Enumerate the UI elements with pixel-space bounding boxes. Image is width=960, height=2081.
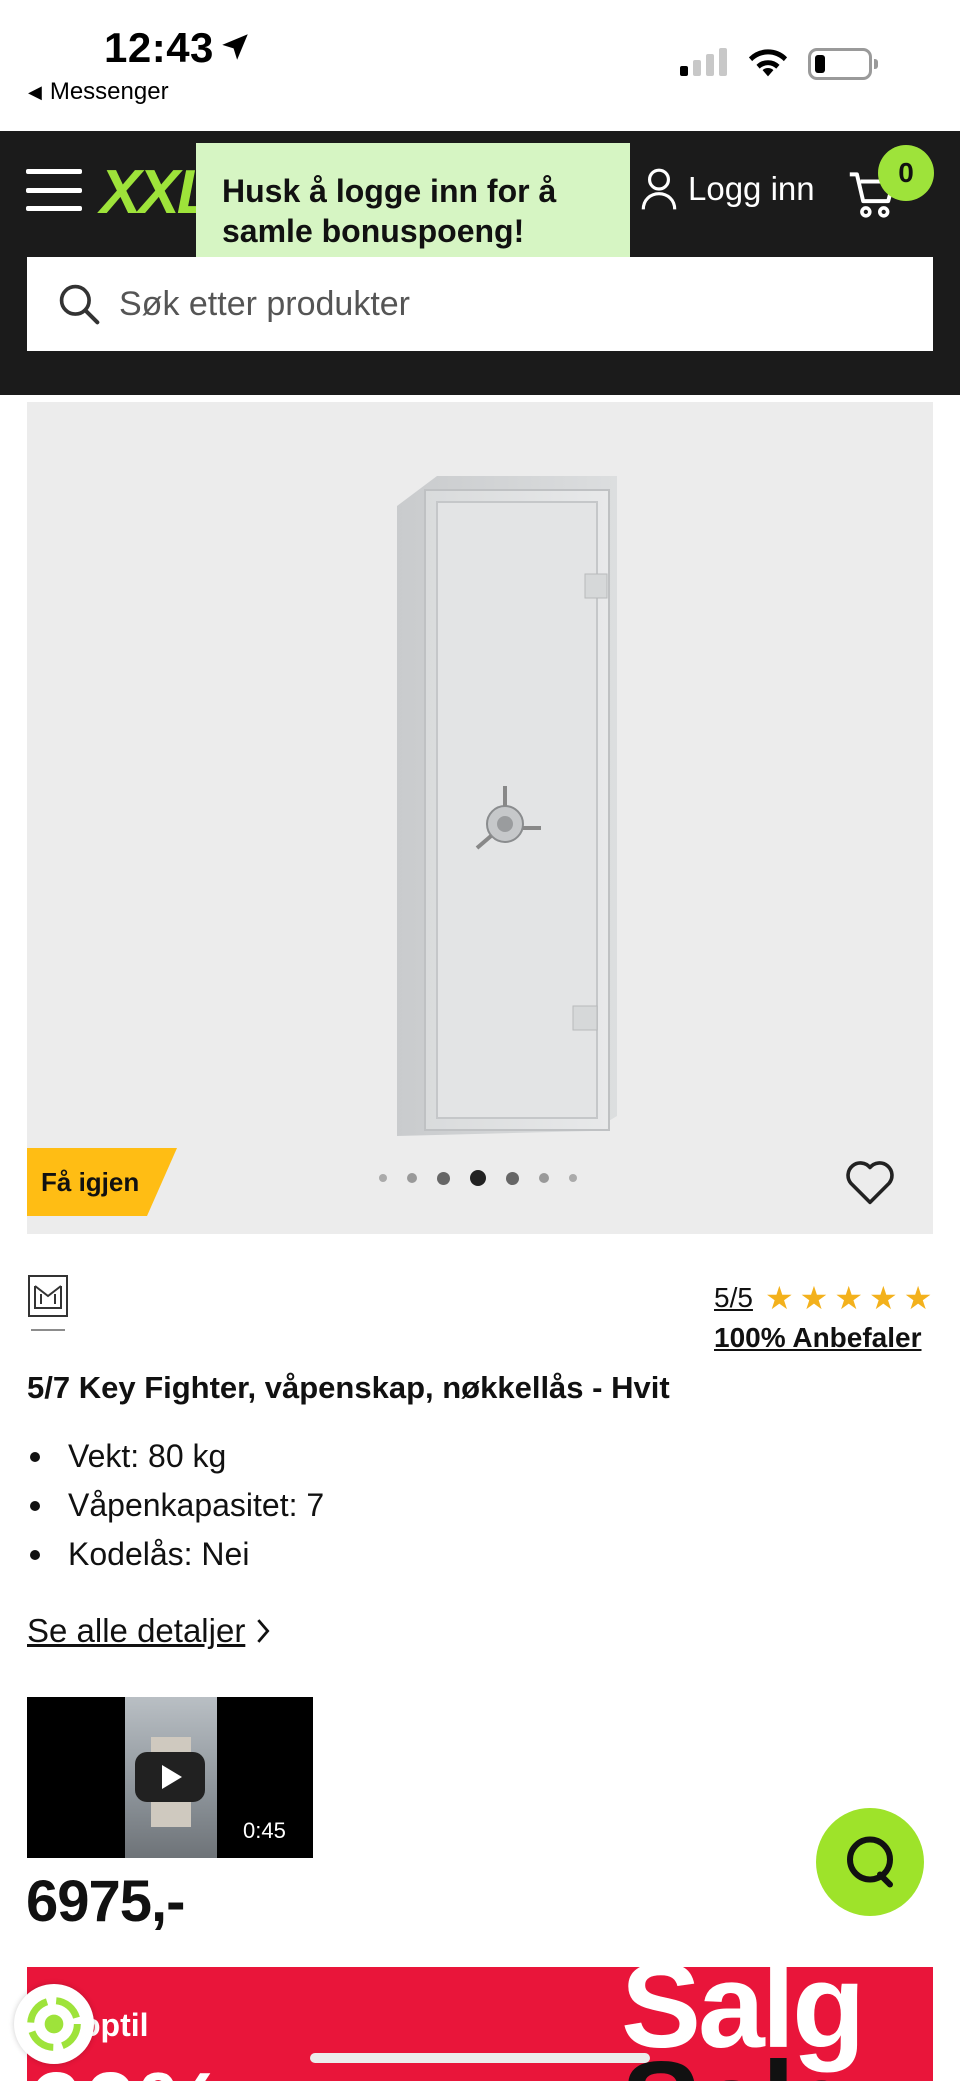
- product-specs: Vekt: 80 kg Våpenkapasitet: 7 Kodelås: N…: [27, 1432, 324, 1579]
- product-video[interactable]: 0:45: [27, 1697, 313, 1858]
- search-placeholder: Søk etter produkter: [119, 284, 411, 323]
- spec-item: Våpenkapasitet: 7: [27, 1481, 324, 1530]
- xxl-logo[interactable]: XXL: [100, 157, 215, 228]
- wishlist-heart-icon[interactable]: [843, 1156, 897, 1206]
- wifi-icon: [748, 49, 788, 77]
- gallery-dot[interactable]: [379, 1174, 387, 1182]
- sale-banner[interactable]: Salg Salg optil 60%: [27, 1967, 933, 2081]
- user-icon: [641, 168, 677, 210]
- site-header: XXL Husk å logge inn for å samle bonuspo…: [0, 131, 960, 395]
- star-icon: ★: [799, 1280, 829, 1316]
- back-to-app-link[interactable]: ◀ Messenger: [28, 78, 169, 106]
- star-icon: ★: [869, 1280, 898, 1316]
- login-label: Logg inn: [688, 170, 815, 207]
- chat-button[interactable]: [816, 1808, 924, 1916]
- search-input[interactable]: Søk etter produkter: [27, 257, 933, 351]
- gallery-dot[interactable]: [506, 1171, 519, 1185]
- gallery-dot[interactable]: [407, 1173, 417, 1183]
- recommend-link[interactable]: 100% Anbefaler: [714, 1322, 922, 1354]
- see-all-details-link[interactable]: Se alle detaljer: [27, 1612, 271, 1650]
- menu-icon[interactable]: [26, 169, 82, 211]
- sale-word-secondary: Salg: [621, 2035, 865, 2081]
- rating-score: 5/5: [714, 1282, 753, 1313]
- star-icon: ★: [834, 1280, 863, 1316]
- spec-item: Vekt: 80 kg: [27, 1432, 324, 1481]
- video-duration: 0:45: [235, 1814, 294, 1848]
- gallery-dot[interactable]: [569, 1174, 577, 1182]
- details-link-label: Se alle detaljer: [27, 1612, 246, 1649]
- search-icon: [59, 284, 100, 325]
- battery-icon: [808, 48, 878, 80]
- status-time: 12:43: [104, 24, 214, 71]
- chat-icon: [847, 1836, 893, 1888]
- play-icon[interactable]: [135, 1752, 205, 1802]
- brand-logo[interactable]: [27, 1274, 69, 1338]
- cashback-badge: Få igjen: [27, 1148, 177, 1216]
- status-bar: 12:43 ◀ Messenger: [0, 0, 960, 131]
- signal-icon: [680, 48, 727, 76]
- home-indicator: [310, 2053, 650, 2063]
- gallery-dot[interactable]: [539, 1173, 549, 1183]
- back-app-label: Messenger: [49, 78, 169, 105]
- bonus-widget-icon[interactable]: [14, 1984, 94, 2064]
- cart-count-badge: 0: [878, 145, 934, 201]
- product-title: 5/7 Key Fighter, våpenskap, nøkkellås - …: [27, 1370, 670, 1405]
- gallery-pagination[interactable]: [379, 1170, 577, 1186]
- product-price: 6975,-: [26, 1869, 185, 1934]
- gallery-dot[interactable]: [437, 1171, 450, 1185]
- spec-item: Kodelås: Nei: [27, 1530, 324, 1579]
- gallery-dot-active[interactable]: [470, 1170, 486, 1186]
- location-arrow-icon: [222, 34, 248, 60]
- chevron-right-icon: [257, 1619, 270, 1643]
- product-rating[interactable]: 5/5 ★ ★ ★ ★ ★: [714, 1282, 932, 1314]
- product-image: [397, 476, 617, 1136]
- product-image-gallery[interactable]: Få igjen: [27, 402, 933, 1234]
- login-button[interactable]: Logg inn: [640, 167, 815, 211]
- star-icon: ★: [903, 1280, 933, 1316]
- back-triangle-icon: ◀: [28, 81, 42, 102]
- star-icon: ★: [764, 1280, 794, 1316]
